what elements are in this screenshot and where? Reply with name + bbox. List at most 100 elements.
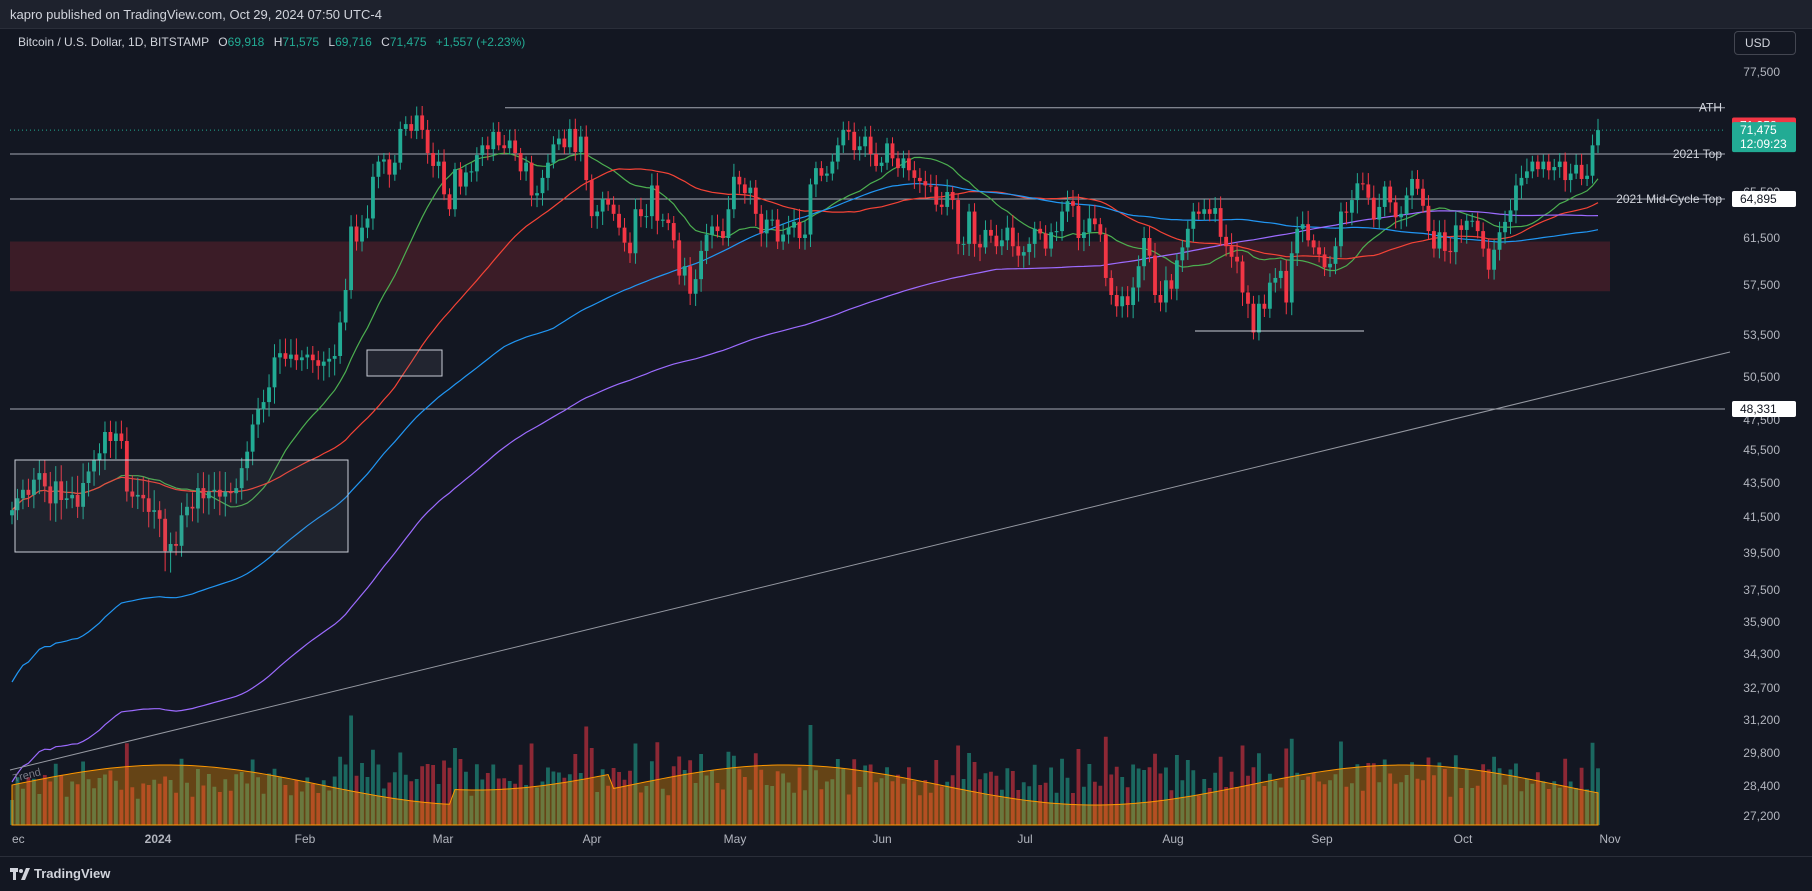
candle-body <box>1585 175 1589 179</box>
candle-body <box>1481 231 1486 249</box>
candle-body <box>299 357 304 361</box>
candle-body <box>1317 247 1321 255</box>
candle-body <box>398 128 403 163</box>
candle-body <box>535 193 539 196</box>
candle-body <box>786 227 791 235</box>
candle-body <box>272 357 277 388</box>
candle-body <box>392 162 397 175</box>
publisher-text: kapro published on TradingView.com, Oct … <box>10 7 382 22</box>
candle-body <box>989 229 993 236</box>
candle-body <box>939 204 944 207</box>
candle-body <box>753 187 758 214</box>
candle-body <box>956 200 961 244</box>
candle-body <box>1087 218 1092 233</box>
candle-body <box>294 354 299 361</box>
candle-body <box>1267 282 1272 309</box>
candle-body <box>611 204 616 214</box>
candle-body <box>1289 253 1294 303</box>
y-tick-label: 37,500 <box>1743 583 1780 597</box>
candle-body <box>819 168 824 176</box>
candle-body <box>1169 280 1174 289</box>
candle-body <box>289 354 293 359</box>
price-chart[interactable]: ATH2021 Top2021 Mid-Cycle Top Trend 77,5… <box>0 28 1812 856</box>
tradingview-logo[interactable]: TradingView <box>10 866 110 881</box>
candle-body <box>1207 209 1212 214</box>
currency-button[interactable]: USD <box>1734 31 1796 55</box>
candle-body <box>1060 211 1064 232</box>
candle-body <box>1448 250 1453 253</box>
y-tick-label: 57,500 <box>1743 278 1780 292</box>
candle-body <box>283 353 288 359</box>
candle-body <box>436 161 441 166</box>
candle-body <box>994 235 999 247</box>
candle-body <box>1257 303 1261 333</box>
x-tick-label: Feb <box>295 832 316 846</box>
candle-body <box>381 159 386 162</box>
candle-body <box>1010 227 1015 247</box>
candle-body <box>1464 220 1469 230</box>
x-tick-label: Apr <box>583 832 602 846</box>
candle-body <box>360 227 364 242</box>
candle-body <box>1076 205 1081 238</box>
candle-body <box>841 129 846 146</box>
candle-body <box>633 209 638 254</box>
volume-ma <box>11 764 1599 826</box>
y-tick-label: 61,500 <box>1743 231 1780 245</box>
candle-body <box>928 185 933 187</box>
candle-body <box>1153 255 1157 295</box>
candle-body <box>1016 246 1021 256</box>
candle-body <box>1475 220 1480 232</box>
candle-body <box>1142 238 1146 267</box>
low-value: 69,716 <box>335 35 372 49</box>
candle-body <box>660 219 665 221</box>
range-box-feb <box>366 349 443 377</box>
ma-20-line <box>11 152 1599 511</box>
candle-body <box>1120 296 1125 307</box>
candle-body <box>453 169 457 210</box>
candle-body <box>1563 161 1568 181</box>
candle-body <box>1541 161 1546 170</box>
candle-body <box>431 153 436 166</box>
candle-body <box>639 209 643 217</box>
x-tick-label: Jun <box>872 832 891 846</box>
level-label-1: 2021 Top <box>1673 147 1722 161</box>
x-tick-label: Mar <box>433 832 454 846</box>
candle-body <box>731 176 736 210</box>
candle-body <box>1164 280 1168 303</box>
candle-body <box>1098 224 1103 235</box>
candle-body <box>1306 224 1311 241</box>
candle-body <box>573 128 578 153</box>
x-tick-label: Sep <box>1311 832 1333 846</box>
candle-body <box>278 353 282 358</box>
candle-body <box>715 226 720 232</box>
candle-body <box>1240 261 1245 293</box>
candle-body <box>1596 130 1600 146</box>
candle-body <box>1284 270 1289 303</box>
chart-area[interactable]: ATH 2021 Top 2021 Mid-Cycle Top Trend 77,5… <box>0 28 1812 856</box>
candle-body <box>343 290 348 323</box>
candle-body <box>628 242 632 254</box>
y-tick-label: 31,200 <box>1743 713 1780 727</box>
candle-body <box>1497 232 1502 250</box>
candle-body <box>1147 238 1152 256</box>
candle-body <box>376 161 381 177</box>
candle-body <box>1349 200 1354 213</box>
price-badge-label: 71,475 <box>1740 123 1777 137</box>
candle-body <box>1092 218 1097 225</box>
open-label: O <box>218 35 228 49</box>
candle-body <box>682 266 687 276</box>
candle-body <box>1191 211 1196 229</box>
candle-body <box>97 453 102 460</box>
candle-body <box>540 177 545 194</box>
candle-body <box>1322 254 1327 268</box>
close-value: 71,475 <box>389 35 427 49</box>
candle-body <box>480 145 485 156</box>
candle-body <box>1218 208 1223 237</box>
candle-body <box>546 162 550 178</box>
candle-body <box>442 161 446 195</box>
candle-body <box>1082 232 1086 238</box>
candle-body <box>1333 246 1338 264</box>
candle-body <box>1043 233 1048 249</box>
candle-body <box>1103 234 1108 278</box>
candle-body <box>879 162 884 166</box>
